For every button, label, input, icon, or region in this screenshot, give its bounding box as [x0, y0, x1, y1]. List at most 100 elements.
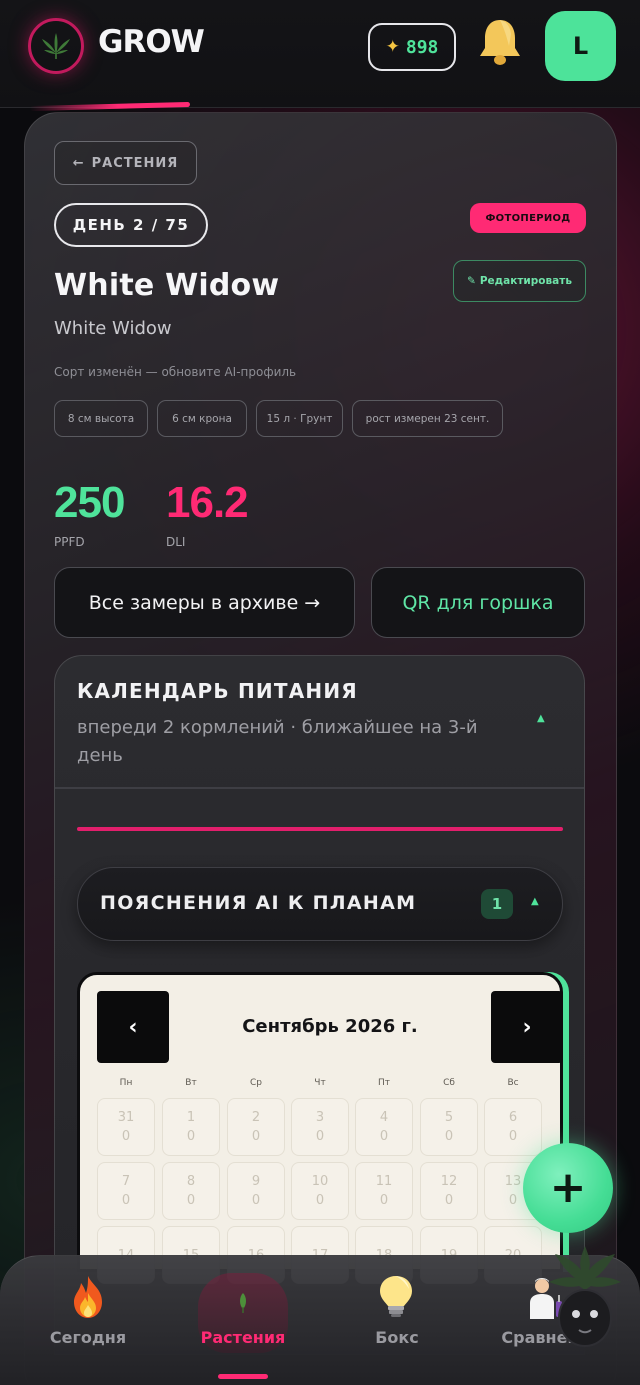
day-feed-count: 0 [186, 1129, 196, 1144]
chip-height: 8 см высота [54, 400, 148, 437]
feeding-calendar-title[interactable]: КАЛЕНДАРЬ ПИТАНИЯ [77, 679, 358, 703]
avatar[interactable]: L [545, 11, 616, 81]
weekday-label: Чт [314, 1078, 326, 1088]
nav-plants-label[interactable]: Растения [173, 1328, 313, 1347]
day-feed-count: 0 [508, 1193, 518, 1208]
calendar-day-cell[interactable]: 80 [162, 1162, 220, 1220]
weekday-label: Пт [377, 1078, 390, 1088]
nav-today-label[interactable]: Сегодня [18, 1328, 158, 1347]
sparkle-icon: ✦ [385, 37, 400, 57]
lightbulb-icon[interactable] [372, 1273, 420, 1321]
weekday-label: Сб [443, 1078, 455, 1088]
strain-name: White Widow [54, 318, 172, 339]
chevron-left-icon: ‹ [128, 1014, 138, 1040]
strain-hint: Сорт изменён — обновите AI-профиль [54, 365, 297, 379]
calendar-day-cell[interactable]: 50 [420, 1098, 478, 1156]
day-number: 6 [508, 1110, 518, 1125]
calendar-day-cell[interactable]: 30 [291, 1098, 349, 1156]
weekday-label: Пн [119, 1078, 133, 1088]
day-feed-count: 0 [315, 1129, 325, 1144]
ai-count-badge: 1 [481, 889, 513, 919]
chip-crown: 6 см крона [157, 400, 247, 437]
collapse-caret-icon[interactable]: ▲ [537, 713, 545, 724]
day-feed-count: 0 [379, 1193, 389, 1208]
add-button[interactable]: + [523, 1143, 613, 1233]
day-number: 4 [379, 1110, 389, 1125]
calendar-day-cell[interactable]: 12 0 [420, 1162, 478, 1220]
qr-button[interactable]: QR для горшка [371, 567, 585, 638]
day-feed-count: 0 [121, 1193, 131, 1208]
ai-explanations-title: ПОЯСНЕНИЯ AI К ПЛАНАМ [100, 892, 417, 914]
avatar-initial: L [572, 32, 589, 60]
day-number: 31 [117, 1110, 135, 1125]
arrow-left-icon: ← [72, 155, 85, 171]
day-number: 11 [375, 1174, 393, 1189]
coins-balance[interactable]: ✦ 898 [368, 23, 456, 71]
sprout-icon[interactable] [219, 1273, 267, 1321]
day-number: 1 [186, 1110, 196, 1125]
day-feed-count: 0 [444, 1193, 454, 1208]
day-number: 3 [315, 1110, 325, 1125]
prev-month-button[interactable]: ‹ [97, 991, 169, 1063]
next-month-button[interactable]: › [491, 991, 563, 1063]
bell-icon[interactable] [476, 16, 524, 68]
weekday-label: Вс [507, 1078, 519, 1088]
chip-pot: 15 л · Грунт [256, 400, 343, 437]
day-feed-count: 0 [251, 1129, 261, 1144]
back-to-plants-button[interactable]: ← РАСТЕНИЯ [54, 141, 197, 185]
calendar-day-cell[interactable]: 10 0 [291, 1162, 349, 1220]
qr-button-label: QR для горшка [402, 591, 554, 614]
day-number: 2 [251, 1110, 261, 1125]
progress-line [77, 827, 563, 831]
day-number: 10 [311, 1174, 329, 1189]
day-counter: ДЕНЬ 2 / 75 [54, 203, 208, 247]
plant-title: White Widow [54, 268, 280, 303]
day-feed-count: 0 [508, 1129, 518, 1144]
feeding-calendar-subtitle: впереди 2 кормлений · ближайшее на 3-й д… [77, 717, 478, 766]
plus-icon: + [549, 1162, 587, 1213]
mascot-icon[interactable] [545, 1240, 625, 1350]
fire-icon[interactable] [64, 1273, 112, 1321]
day-number: 7 [121, 1174, 131, 1189]
calendar-day-cell[interactable]: 10 [162, 1098, 220, 1156]
calendar-day-cell[interactable]: 40 [355, 1098, 413, 1156]
phase-badge: ФОТОПЕРИОД [470, 203, 586, 233]
logo-icon[interactable] [28, 18, 84, 74]
archive-button[interactable]: Все замеры в архиве → [54, 567, 355, 638]
calendar-day-cell[interactable]: 31 0 [97, 1098, 155, 1156]
dli-value: 16.2 [166, 478, 249, 527]
dli-label: DLI [166, 535, 186, 549]
day-feed-count: 0 [444, 1129, 454, 1144]
divider [55, 787, 584, 789]
calendar-month-title: Сентябрь 2026 г. [242, 1016, 418, 1037]
weekday-label: Вт [185, 1078, 197, 1088]
day-feed-count: 0 [379, 1129, 389, 1144]
day-number: 5 [444, 1110, 454, 1125]
calendar-day-cell[interactable]: 90 [227, 1162, 285, 1220]
day-number: 8 [186, 1174, 196, 1189]
calendar-day-cell[interactable]: 20 [227, 1098, 285, 1156]
calendar-day-cell[interactable]: 11 0 [355, 1162, 413, 1220]
day-feed-count: 0 [121, 1129, 131, 1144]
pencil-icon: ✎ [467, 275, 476, 287]
edit-button-label: Редактировать [479, 275, 572, 287]
ppfd-label: PPFD [54, 535, 85, 549]
day-feed-count: 0 [315, 1193, 325, 1208]
calendar-day-cell[interactable]: 60 [484, 1098, 542, 1156]
collapse-caret-icon[interactable]: ▲ [531, 896, 539, 907]
ppfd-value: 250 [54, 478, 125, 527]
nav-box-label[interactable]: Бокс [327, 1328, 467, 1347]
day-number: 13 [504, 1174, 522, 1189]
day-feed-count: 0 [186, 1193, 196, 1208]
logo-text: GROW [98, 24, 205, 60]
chevron-right-icon: › [522, 1014, 532, 1040]
weekday-label: Ср [250, 1078, 262, 1088]
edit-button[interactable]: ✎ Редактировать [453, 260, 586, 302]
calendar-day-cell[interactable]: 70 [97, 1162, 155, 1220]
nav-active-underline [218, 1374, 268, 1379]
chip-measured: рост измерен 23 сент. [352, 400, 503, 437]
day-number: 12 [440, 1174, 458, 1189]
day-number: 9 [251, 1174, 261, 1189]
day-feed-count: 0 [251, 1193, 261, 1208]
archive-button-label: Все замеры в архиве → [88, 591, 321, 614]
